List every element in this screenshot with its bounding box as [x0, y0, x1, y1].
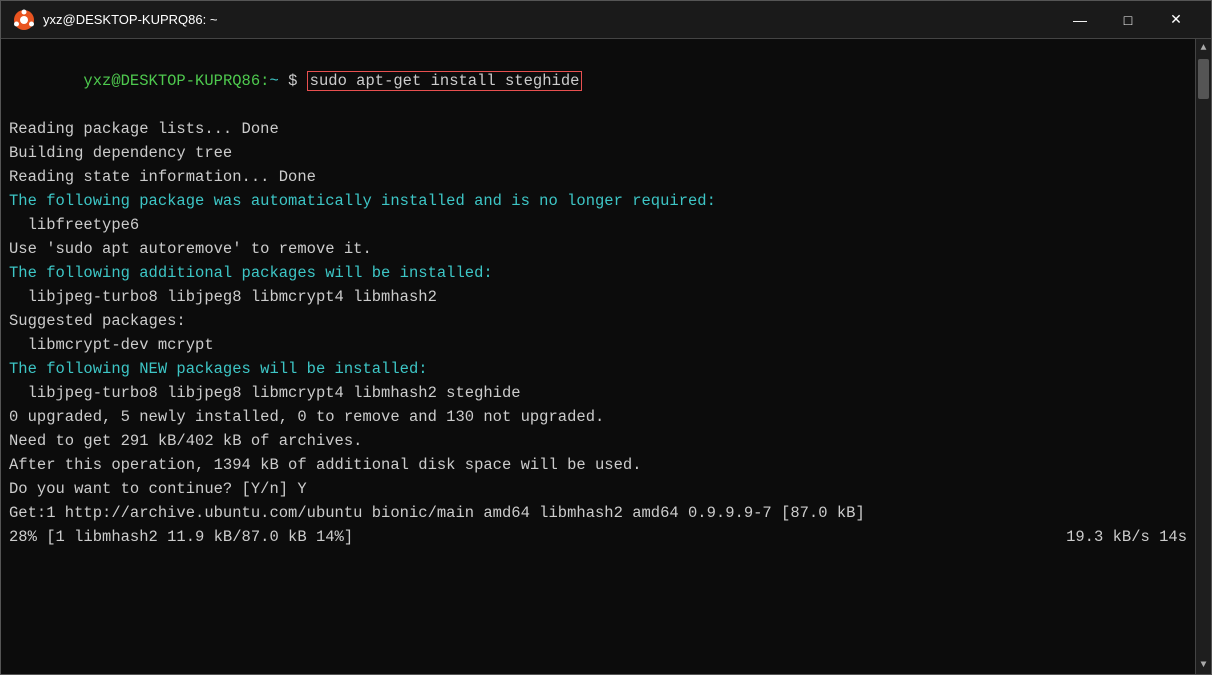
command-text: sudo apt-get install steghide [307, 71, 583, 91]
output-line-7: The following additional packages will b… [9, 261, 1187, 285]
progress-line: 28% [1 libmhash2 11.9 kB/87.0 kB 14%] 19… [9, 525, 1187, 549]
prompt-user: yxz@DESKTOP-KUPRQ86: [83, 72, 269, 90]
title-bar-controls: — □ ✕ [1057, 5, 1199, 35]
command-line: yxz@DESKTOP-KUPRQ86:~ $ sudo apt-get ins… [9, 45, 1187, 117]
close-button[interactable]: ✕ [1153, 5, 1199, 35]
output-line-8: libjpeg-turbo8 libjpeg8 libmcrypt4 libmh… [9, 285, 1187, 309]
maximize-button[interactable]: □ [1105, 5, 1151, 35]
progress-left: 28% [1 libmhash2 11.9 kB/87.0 kB 14%] [9, 525, 353, 549]
scroll-track[interactable] [1196, 57, 1211, 656]
output-line-14: Need to get 291 kB/402 kB of archives. [9, 429, 1187, 453]
scroll-down-arrow[interactable]: ▼ [1196, 656, 1212, 674]
window-title: yxz@DESKTOP-KUPRQ86: ~ [43, 12, 217, 27]
output-line-5: libfreetype6 [9, 213, 1187, 237]
scroll-thumb[interactable] [1198, 59, 1209, 99]
output-line-1: Reading package lists... Done [9, 117, 1187, 141]
prompt-path: ~ [269, 72, 278, 90]
output-line-11: The following NEW packages will be insta… [9, 357, 1187, 381]
output-line-16: Do you want to continue? [Y/n] Y [9, 477, 1187, 501]
scrollbar[interactable]: ▲ ▼ [1195, 39, 1211, 674]
output-line-10: libmcrypt-dev mcrypt [9, 333, 1187, 357]
output-line-3: Reading state information... Done [9, 165, 1187, 189]
progress-right: 19.3 kB/s 14s [1066, 525, 1187, 549]
title-bar: yxz@DESKTOP-KUPRQ86: ~ — □ ✕ [1, 1, 1211, 39]
output-line-9: Suggested packages: [9, 309, 1187, 333]
title-bar-left: yxz@DESKTOP-KUPRQ86: ~ [13, 9, 1057, 31]
terminal-window: yxz@DESKTOP-KUPRQ86: ~ — □ ✕ yxz@DESKTOP… [0, 0, 1212, 675]
ubuntu-icon [13, 9, 35, 31]
output-line-17: Get:1 http://archive.ubuntu.com/ubuntu b… [9, 501, 1187, 525]
output-line-2: Building dependency tree [9, 141, 1187, 165]
output-line-6: Use 'sudo apt autoremove' to remove it. [9, 237, 1187, 261]
scroll-up-arrow[interactable]: ▲ [1196, 39, 1212, 57]
terminal-body: yxz@DESKTOP-KUPRQ86:~ $ sudo apt-get ins… [1, 39, 1211, 674]
output-line-4: The following package was automatically … [9, 189, 1187, 213]
output-line-15: After this operation, 1394 kB of additio… [9, 453, 1187, 477]
prompt-dollar: $ [279, 72, 307, 90]
terminal-content[interactable]: yxz@DESKTOP-KUPRQ86:~ $ sudo apt-get ins… [1, 39, 1195, 674]
output-line-13: 0 upgraded, 5 newly installed, 0 to remo… [9, 405, 1187, 429]
minimize-button[interactable]: — [1057, 5, 1103, 35]
output-line-12: libjpeg-turbo8 libjpeg8 libmcrypt4 libmh… [9, 381, 1187, 405]
